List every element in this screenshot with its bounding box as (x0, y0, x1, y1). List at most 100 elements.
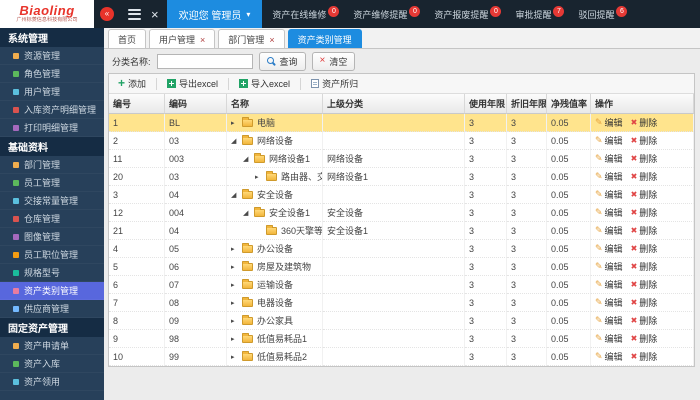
sidebar-section-title[interactable]: 系统管理 (0, 28, 104, 47)
delete-button[interactable]: ✖ 删除 (631, 314, 658, 327)
edit-button[interactable]: ✎ 编辑 (595, 152, 623, 165)
sidebar-section-title[interactable]: 固定资产管理 (0, 318, 104, 337)
sidebar-item[interactable]: 交接常量管理 (0, 192, 104, 210)
tree-expand-icon[interactable]: ▸ (231, 335, 240, 343)
edit-button[interactable]: ✎ 编辑 (595, 296, 623, 309)
sidebar-item[interactable]: 规格型号 (0, 264, 104, 282)
edit-button[interactable]: ✎ 编辑 (595, 260, 623, 273)
sidebar-item[interactable]: 部门管理 (0, 156, 104, 174)
tree-expand-icon[interactable]: ◢ (243, 209, 252, 217)
close-tabs-icon[interactable]: × (151, 8, 159, 21)
delete-button[interactable]: ✖ 删除 (631, 224, 658, 237)
edit-button[interactable]: ✎ 编辑 (595, 224, 623, 237)
table-row[interactable]: 2 03 ◢ 网络设备 3 3 0.05 ✎ 编辑 ✖ 删除 (109, 132, 694, 150)
tree-expand-icon[interactable]: ▸ (231, 353, 240, 361)
top-menu-item[interactable]: 资产在线维修 0 (272, 5, 340, 21)
tree-expand-icon[interactable]: ◢ (243, 155, 252, 163)
close-tab-icon[interactable]: × (269, 35, 274, 44)
edit-button[interactable]: ✎ 编辑 (595, 206, 623, 219)
edit-button[interactable]: ✎ 编辑 (595, 350, 623, 363)
delete-button[interactable]: ✖ 删除 (631, 206, 658, 219)
delete-button[interactable]: ✖ 删除 (631, 242, 658, 255)
delete-button[interactable]: ✖ 删除 (631, 134, 658, 147)
close-tab-icon[interactable]: × (200, 35, 205, 44)
table-row[interactable]: 3 04 ◢ 安全设备 3 3 0.05 ✎ 编辑 ✖ 删除 (109, 186, 694, 204)
delete-button[interactable]: ✖ 删除 (631, 116, 658, 129)
table-row[interactable]: 9 98 ▸ 低值易耗品1 3 3 0.05 ✎ 编辑 ✖ 删除 (109, 330, 694, 348)
sidebar-section-title[interactable]: 基础资料 (0, 137, 104, 156)
sidebar-item[interactable]: 资产类别管理 (0, 282, 104, 300)
search-button[interactable]: 查询 (258, 51, 306, 71)
edit-button[interactable]: ✎ 编辑 (595, 332, 623, 345)
tree-expand-icon[interactable]: ▸ (231, 263, 240, 271)
edit-button[interactable]: ✎ 编辑 (595, 116, 623, 129)
table-row[interactable]: 5 06 ▸ 房屋及建筑物 3 3 0.05 ✎ 编辑 ✖ 删除 (109, 258, 694, 276)
table-row[interactable]: 4 05 ▸ 办公设备 3 3 0.05 ✎ 编辑 ✖ 删除 (109, 240, 694, 258)
tree-expand-icon[interactable]: ▸ (231, 299, 240, 307)
tree-expand-icon[interactable]: ◢ (231, 137, 240, 145)
table-row[interactable]: 7 08 ▸ 电器设备 3 3 0.05 ✎ 编辑 ✖ 删除 (109, 294, 694, 312)
toolbar-button[interactable]: 导入excel (236, 76, 293, 91)
delete-button[interactable]: ✖ 删除 (631, 152, 658, 165)
top-menu-item[interactable]: 审批提醒 7 (515, 5, 565, 21)
sidebar-item[interactable]: 图像管理 (0, 228, 104, 246)
sidebar-item[interactable]: 用户管理 (0, 83, 104, 101)
sidebar-item[interactable]: 入库资产明细管理 (0, 101, 104, 119)
user-menu[interactable]: 欢迎您 管理员 ▾ (166, 0, 263, 28)
tree-expand-icon[interactable]: ▸ (231, 281, 240, 289)
delete-button[interactable]: ✖ 删除 (631, 188, 658, 201)
table-row[interactable]: 8 09 ▸ 办公家具 3 3 0.05 ✎ 编辑 ✖ 删除 (109, 312, 694, 330)
table-row[interactable]: 2003▸路由器、交换机等网络服务网络设备1330.05✎编辑✖删除 (109, 168, 694, 186)
edit-button[interactable]: ✎ 编辑 (595, 188, 623, 201)
edit-button[interactable]: ✎ 编辑 (595, 314, 623, 327)
table-row[interactable]: 11 003 ◢ 网络设备1 网络设备 3 3 0.05 ✎ 编辑 ✖ 删除 (109, 150, 694, 168)
delete-button[interactable]: ✖ 删除 (631, 332, 658, 345)
sidebar-item[interactable]: 资产申请单 (0, 337, 104, 355)
category-name-input[interactable] (156, 53, 253, 69)
tree-expand-icon[interactable]: ▸ (231, 245, 240, 253)
sidebar-collapse-button[interactable]: « (100, 7, 114, 21)
delete-button[interactable]: ✖ 删除 (631, 350, 658, 363)
sidebar-item[interactable]: 资产领用 (0, 373, 104, 391)
delete-label: 删除 (639, 172, 658, 182)
sidebar-item[interactable]: 资产入库 (0, 355, 104, 373)
edit-button[interactable]: ✎ 编辑 (595, 170, 623, 183)
delete-button[interactable]: ✖ 删除 (631, 260, 658, 273)
sidebar-item[interactable]: 仓库管理 (0, 210, 104, 228)
table-row[interactable]: 10 99 ▸ 低值易耗品2 3 3 0.05 ✎ 编辑 ✖ 删除 (109, 348, 694, 366)
tab[interactable]: 首页 (108, 29, 147, 48)
sidebar-item[interactable]: 角色管理 (0, 65, 104, 83)
sidebar-item[interactable]: 资源管理 (0, 47, 104, 65)
sidebar-item[interactable]: 员工职位管理 (0, 246, 104, 264)
sidebar-item[interactable]: 供应商管理 (0, 300, 104, 318)
tab[interactable]: 用户管理 × (149, 29, 216, 48)
tab[interactable]: 资产类别管理 (287, 29, 362, 48)
tab[interactable]: 部门管理 × (218, 29, 285, 48)
clear-button[interactable]: × 清空 (311, 51, 356, 71)
tree-expand-icon[interactable]: ▸ (231, 317, 240, 325)
tree-expand-icon[interactable]: ◢ (231, 191, 240, 199)
delete-button[interactable]: ✖ 删除 (631, 296, 658, 309)
edit-button[interactable]: ✎ 编辑 (595, 242, 623, 255)
top-menu-item[interactable]: 驳回提醒 6 (578, 5, 628, 21)
sidebar-item[interactable]: 打印明细管理 (0, 119, 104, 137)
cell-id: 21 (109, 222, 165, 240)
table-row[interactable]: 1 BL ▸ 电脑 3 3 0.05 ✎ 编辑 ✖ 删除 (109, 114, 694, 132)
edit-button[interactable]: ✎ 编辑 (595, 278, 623, 291)
top-menu-item[interactable]: 资产报废提醒 0 (434, 5, 502, 21)
top-menu-item[interactable]: 资产维修提醒 0 (353, 5, 421, 21)
table-row[interactable]: 12 004 ◢ 安全设备1 安全设备 3 3 0.05 ✎ 编辑 ✖ 删除 (109, 204, 694, 222)
toolbar-button-label: 导出excel (179, 79, 219, 89)
tree-expand-icon[interactable]: ▸ (231, 119, 240, 127)
edit-button[interactable]: ✎ 编辑 (595, 134, 623, 147)
table-row[interactable]: 6 07 ▸ 运输设备 3 3 0.05 ✎ 编辑 ✖ 删除 (109, 276, 694, 294)
table-row[interactable]: 21 04 360天擎等 安全设备1 3 3 0.05 ✎ 编辑 ✖ 删除 (109, 222, 694, 240)
add-button[interactable]: + 添加 (115, 76, 149, 91)
delete-button[interactable]: ✖ 删除 (631, 278, 658, 291)
menu-icon[interactable] (128, 8, 141, 20)
delete-button[interactable]: ✖ 删除 (631, 170, 658, 183)
sidebar-item[interactable]: 员工管理 (0, 174, 104, 192)
tree-expand-icon[interactable]: ▸ (255, 173, 264, 181)
toolbar-button[interactable]: 导出excel (164, 76, 221, 91)
toolbar-button[interactable]: 资产所归 (308, 76, 361, 91)
